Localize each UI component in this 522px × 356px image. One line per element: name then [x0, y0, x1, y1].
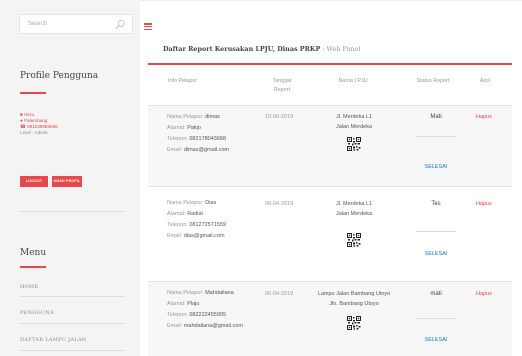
pelapor-name: Mahdaliana [205, 290, 234, 296]
report-date: 10-06-2019 [265, 114, 294, 120]
lpju-name: Jl. Merdeka L1 Jalan Merdeka [309, 199, 399, 219]
menu-divider [20, 323, 125, 324]
profile-title: Profile Pengguna [20, 71, 99, 81]
user-location: Palembang [24, 118, 48, 123]
menu-divider [20, 296, 125, 297]
column-header-tanggal-line2: Report [273, 87, 291, 93]
status-divider [416, 318, 456, 319]
search-icon[interactable] [115, 19, 126, 30]
hapus-link[interactable]: Hapus [476, 201, 492, 207]
user-icon: ■ [20, 112, 23, 117]
profile-info: ■ Heru ● Palembang ☎ 081238886666 Level … [20, 112, 58, 136]
row-divider [148, 186, 512, 187]
search-input[interactable]: Search [19, 14, 133, 34]
lpju-name-line2: Jalan Merdeka [335, 124, 373, 130]
report-date: 08-04-2019 [265, 201, 294, 207]
lpju-name-line1: Jl. Merdeka L1 [335, 201, 373, 207]
qr-code-icon [347, 233, 361, 247]
lpju-name: Jl. Merdeka L1 Jalan Merdeka [309, 112, 399, 132]
status-divider [416, 231, 456, 232]
report-date: 06-04-2019 [265, 291, 294, 297]
pelapor-phone: 082178043688 [189, 136, 227, 142]
lpju-name-line2: Jln. Bambang Utoyo [329, 301, 379, 307]
column-header-tanggal-line1: Tanggal [272, 78, 292, 84]
status-divider [416, 136, 456, 137]
page-title-text: Daftar Report Kerusakan LPJU, Dinas PRKP [163, 45, 321, 53]
pelapor-phone: 082222455905 [189, 312, 227, 318]
table-header-border [148, 63, 512, 65]
user-phone: 081238886666 [27, 124, 58, 129]
column-header-aksi: Aksi [479, 78, 491, 84]
menu-title-underline [20, 266, 46, 268]
status-report: mati [430, 291, 442, 297]
sidebar-divider [20, 211, 125, 212]
pelapor-address: Plaju [187, 301, 200, 307]
page-subtitle: - Web Panel [322, 45, 361, 53]
column-header-lpju: Nama LPJU [338, 78, 368, 84]
user-name: Heru [24, 112, 35, 117]
pelapor-email: dimas@gmail.com [183, 147, 230, 153]
pelapor-info: Nama Pelapor: dimas Alamat: Pakjo Telepo… [167, 114, 230, 153]
qr-code-icon [347, 137, 361, 151]
lpju-name: Lampu Jalan Bambang Utoyo Jln. Bambang U… [309, 289, 399, 309]
logout-button[interactable]: LOGOUT [20, 176, 48, 187]
row-divider [148, 105, 512, 106]
menu-item-home[interactable]: HOME [20, 284, 38, 290]
hapus-link[interactable]: Hapus [476, 291, 492, 297]
status-selesai-link[interactable]: SELESAI [406, 337, 466, 343]
search-placeholder: Search [28, 21, 48, 27]
lpju-name-line2: Jalan Merdeka [335, 211, 373, 217]
location-icon: ● [20, 118, 23, 123]
status-report: Mati [430, 114, 442, 120]
user-level: Level : Admin [20, 130, 48, 135]
lpju-name-line1: Lampu Jalan Bambang Utoyo [317, 291, 391, 297]
top-border [140, 0, 522, 1]
hapus-link[interactable]: Hapus [476, 114, 492, 120]
column-header-status: Status Report [416, 78, 450, 84]
menu-item-daftar-lampu-jalan[interactable]: DAFTAR LAMPU JALAN [20, 337, 87, 343]
status-selesai-link[interactable]: SELESAI [406, 251, 466, 257]
page-title: Daftar Report Kerusakan LPJU, Dinas PRKP… [163, 44, 360, 53]
pelapor-address: Pakjo [187, 125, 201, 131]
phone-icon: ☎ [20, 124, 26, 129]
profile-title-underline [20, 92, 46, 94]
edit-profile-button[interactable]: UBAH PROFIL [52, 176, 82, 187]
column-header-pelapor: Info Pelapor [168, 78, 198, 84]
menu-divider [20, 350, 125, 351]
pelapor-phone: 081272571559 [189, 222, 227, 228]
qr-code-icon [347, 316, 361, 330]
pelapor-address: Radial [187, 211, 203, 217]
pelapor-email: mahdaliana@gmail.com [183, 323, 243, 329]
column-header-tanggal: Tanggal Report [262, 77, 302, 95]
pelapor-name: dimas [205, 114, 220, 120]
pelapor-email: dias@gmail.com [183, 233, 225, 239]
menu-icon[interactable] [144, 23, 152, 31]
pelapor-info: Nama Pelapor: Dias Alamat: Radial Telepo… [167, 200, 227, 239]
pelapor-info: Nama Pelapor: Mahdaliana Alamat: Plaju T… [167, 290, 243, 329]
menu-item-pengguna[interactable]: PENGGUNA [20, 310, 54, 316]
sidebar: Search Profile Pengguna ■ Heru ● Palemba… [0, 0, 140, 356]
menu-title: Menu [20, 248, 47, 258]
pelapor-name: Dias [205, 200, 217, 206]
status-report: Tes [431, 201, 441, 207]
status-selesai-link[interactable]: SELESAI [406, 164, 466, 170]
lpju-name-line1: Jl. Merdeka L1 [335, 114, 373, 120]
